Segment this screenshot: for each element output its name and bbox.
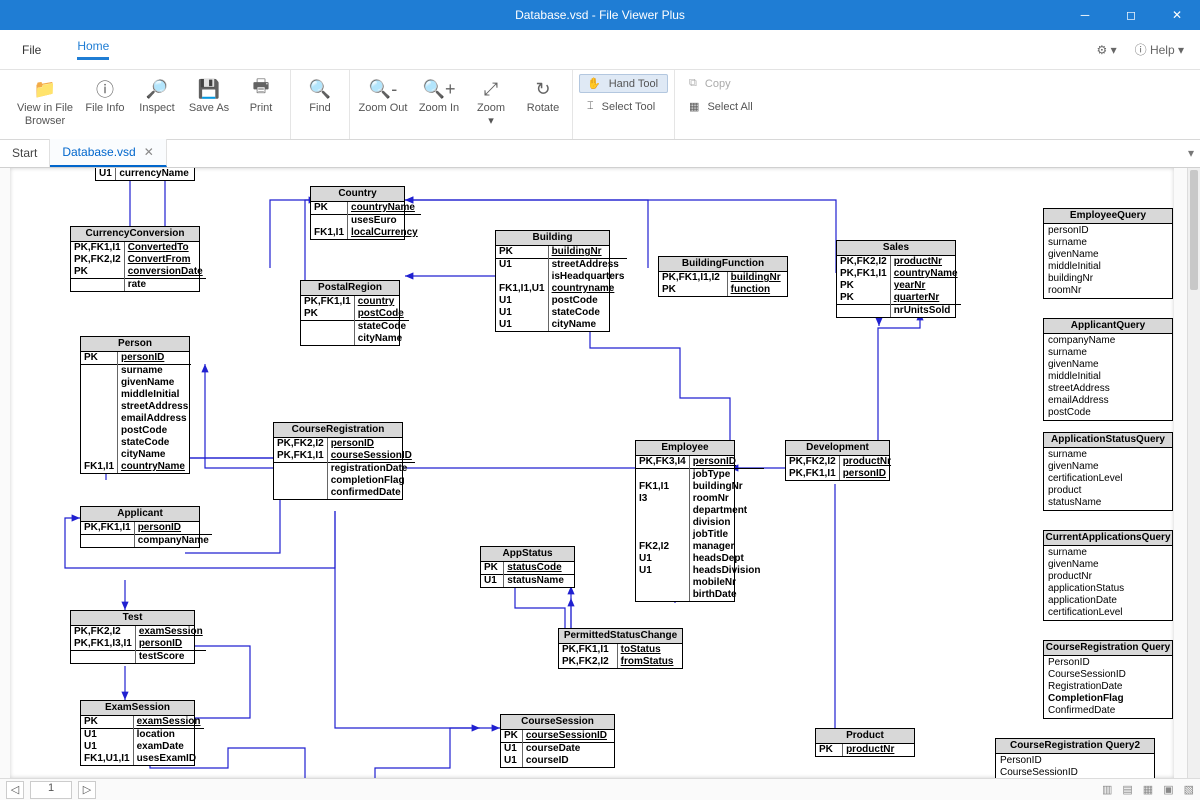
diagram-canvas[interactable]: U1currencyName CountryPKcountryNameusesE… [10, 168, 1174, 778]
entity-country: CountryPKcountryNameusesEuroFK1,I1localC… [310, 186, 405, 240]
view-in-file-browser-button[interactable]: 📁View in FileBrowser [14, 74, 76, 128]
zoom-out-button[interactable]: 🔍-Zoom Out [356, 74, 410, 115]
search-icon: 🔍 [309, 78, 331, 100]
view-course-registration-query2: CourseRegistration Query2PersonIDCourseS… [995, 738, 1155, 778]
view-mode-4-icon[interactable]: ▣ [1163, 783, 1173, 796]
entity-currency-conversion: CurrencyConversionPK,FK1,I1ConvertedToPK… [70, 226, 200, 292]
prev-page-button[interactable]: ◁ [6, 781, 24, 799]
entity-applicant: ApplicantPK,FK1,I1personIDcompanyName [80, 506, 200, 548]
entity-permitted-status-change: PermittedStatusChangePK,FK1,I1toStatusPK… [558, 628, 683, 669]
entity-building-function: BuildingFunctionPK,FK1,I1,I2buildingNrPK… [658, 256, 788, 297]
tabstrip: Start Database.vsd✕ ▾ [0, 140, 1200, 168]
select-all-button[interactable]: ▦Select All [681, 97, 763, 116]
next-page-button[interactable]: ▷ [78, 781, 96, 799]
close-button[interactable]: ✕ [1154, 0, 1200, 30]
view-current-applications-query: CurrentApplicationsQuerysurnamegivenName… [1043, 530, 1173, 621]
view-employee-query: EmployeeQuerypersonIDsurnamegivenNamemid… [1043, 208, 1173, 299]
save-as-button[interactable]: 💾Save As [186, 74, 232, 115]
vertical-scrollbar[interactable] [1187, 168, 1200, 778]
print-button[interactable]: 🖶Print [238, 74, 284, 115]
zoom-in-icon: 🔍+ [423, 78, 456, 100]
hand-tool-button[interactable]: ✋Hand Tool [579, 74, 668, 93]
entity-course-session: CourseSessionPKcourseSessionIDU1courseDa… [500, 714, 615, 768]
inspect-button[interactable]: 🔎Inspect [134, 74, 180, 115]
file-info-button[interactable]: ⓘFile Info [82, 74, 128, 115]
rotate-icon: ↻ [535, 78, 550, 100]
hand-icon: ✋ [587, 77, 601, 90]
find-button[interactable]: 🔍Find [297, 74, 343, 115]
folder-open-icon: 📁 [34, 78, 56, 100]
titlebar: Database.vsd - File Viewer Plus ─ ◻ ✕ [0, 0, 1200, 30]
view-mode-2-icon[interactable]: ▤ [1122, 783, 1132, 796]
maximize-button[interactable]: ◻ [1108, 0, 1154, 30]
entity-postal-region: PostalRegionPK,FK1,I1countryPKpostCodest… [300, 280, 400, 346]
page-input[interactable]: 1 [30, 781, 72, 799]
view-application-status-query: ApplicationStatusQuerysurnamegivenNamece… [1043, 432, 1173, 511]
entity-person: PersonPKpersonIDsurnamegivenNamemiddleIn… [80, 336, 190, 474]
entity-development: DevelopmentPK,FK2,I2productNrPK,FK1,I1pe… [785, 440, 890, 481]
entity-test: TestPK,FK2,I2examSessionPK,FK1,I3,I1pers… [70, 610, 195, 664]
entity-sales: SalesPK,FK2,I2productNrPK,FK1,I1countryN… [836, 240, 956, 318]
entity-building: BuildingPKbuildingNrU1streetAddressisHea… [495, 230, 610, 332]
entity-exam-session: ExamSessionPKexamSessionU1locationU1exam… [80, 700, 195, 766]
close-tab-icon[interactable]: ✕ [144, 145, 154, 159]
view-mode-1-icon[interactable]: ▥ [1102, 783, 1112, 796]
help-button[interactable]: ⓘ Help ▾ [1135, 41, 1184, 58]
view-course-registration-query: CourseRegistration QueryPersonIDCourseSe… [1043, 640, 1173, 719]
view-mode-3-icon[interactable]: ▦ [1143, 783, 1153, 796]
view-mode-5-icon[interactable]: ▧ [1184, 783, 1194, 796]
canvas-wrap: U1currencyName CountryPKcountryNameusesE… [0, 168, 1200, 778]
select-tool-button[interactable]: ⌶Select Tool [579, 97, 668, 116]
cursor-icon: ⌶ [587, 100, 594, 113]
entity-employee: EmployeePK,FK3,I4personIDjobTypeFK1,I1bu… [635, 440, 735, 602]
settings-icon[interactable]: ⚙ ▾ [1096, 43, 1116, 57]
print-icon: 🖶 [253, 78, 270, 100]
view-applicant-query: ApplicantQuerycompanyNamesurnamegivenNam… [1043, 318, 1173, 421]
rotate-button[interactable]: ↻Rotate [520, 74, 566, 115]
tab-dropdown[interactable]: ▾ [1188, 146, 1194, 160]
menubar: File Home ⚙ ▾ ⓘ Help ▾ [0, 30, 1200, 70]
entity-course-registration: CourseRegistrationPK,FK2,I2personIDPK,FK… [273, 422, 403, 500]
zoom-button[interactable]: ⤢Zoom▾ [468, 74, 514, 128]
ribbon: 📁View in FileBrowser ⓘFile Info 🔎Inspect… [0, 70, 1200, 140]
menu-file[interactable]: File [16, 43, 47, 57]
tab-database[interactable]: Database.vsd✕ [50, 139, 166, 167]
save-icon: 💾 [198, 78, 220, 100]
entity-app-status: AppStatusPKstatusCodeU1statusName [480, 546, 575, 588]
tab-start[interactable]: Start [0, 139, 50, 167]
inspect-icon: 🔎 [146, 78, 168, 100]
info-icon: ⓘ [96, 78, 114, 100]
select-all-icon: ▦ [689, 100, 699, 113]
zoom-out-icon: 🔍- [369, 78, 397, 100]
copy-icon: ⧉ [689, 77, 697, 90]
copy-button[interactable]: ⧉Copy [681, 74, 763, 93]
entity-currency-row: U1currencyName [95, 168, 195, 181]
window-title: Database.vsd - File Viewer Plus [515, 8, 685, 22]
scrollbar-thumb[interactable] [1190, 170, 1198, 290]
zoom-in-button[interactable]: 🔍+Zoom In [416, 74, 462, 115]
menu-home[interactable]: Home [71, 39, 115, 60]
zoom-icon: ⤢ [484, 78, 498, 100]
entity-product: ProductPKproductNr [815, 728, 915, 757]
minimize-button[interactable]: ─ [1062, 0, 1108, 30]
statusbar: ◁ 1 ▷ ▥ ▤ ▦ ▣ ▧ [0, 778, 1200, 800]
